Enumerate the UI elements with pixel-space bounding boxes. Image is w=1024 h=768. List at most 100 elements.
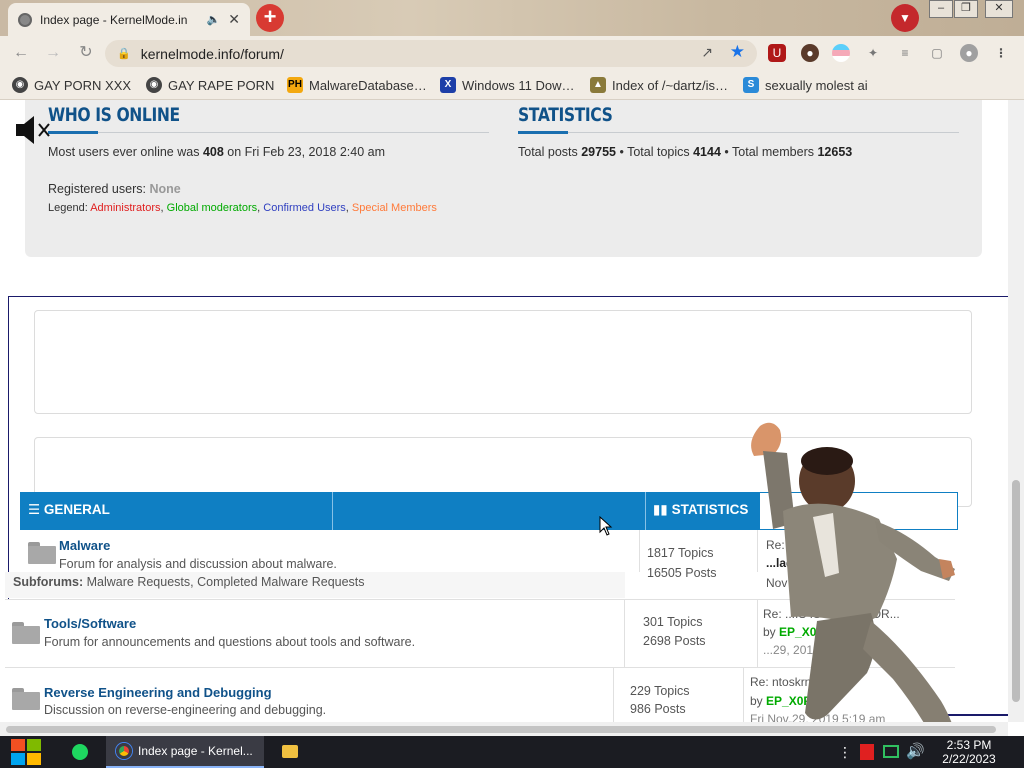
muted-speaker-icon[interactable] [14,114,54,146]
volume-icon[interactable]: 🔊 [906,742,925,760]
statistics-title: STATISTICS [518,104,613,126]
bookmark-item[interactable]: ◉ GAY RAPE PORN [146,76,274,94]
bookmark-item[interactable]: X Windows 11 Dow… [440,76,574,94]
tab-search-button[interactable]: ▼ [891,4,919,32]
list-icon: ☰ [28,502,41,517]
lock-icon[interactable]: 🔒 [117,47,131,60]
side-panel-icon[interactable]: ▢ [928,44,946,62]
subforums: Subforums: Malware Requests, Completed M… [13,575,365,589]
spotify-icon[interactable] [72,744,88,760]
new-tab-button[interactable]: + [256,4,284,32]
globe-icon [18,12,32,27]
general-header[interactable]: ☰ GENERAL [20,492,332,530]
page-viewport: WHO IS ONLINE Most users ever online was… [0,100,1008,722]
bookmark-label: Windows 11 Dow… [462,77,575,93]
media-queue-icon[interactable]: ≡ [896,44,914,62]
statistics-text: Total posts 29755 • Total topics 4144 • … [518,145,853,159]
topics-count: 301 Topics [643,615,703,629]
topics-count: 1817 Topics [647,546,714,560]
legend-special-members-link[interactable]: Special Members [352,202,437,214]
horizontal-scrollbar[interactable] [0,722,1008,736]
legend: Legend: Administrators, Global moderator… [48,202,437,214]
back-button[interactable]: ← [10,42,32,64]
forum-description: Forum for analysis and discussion about … [59,557,337,571]
bookmark-label: GAY PORN XXX [34,77,132,93]
legend-confirmed-users-link[interactable]: Confirmed Users [263,202,346,214]
kebab-menu-icon[interactable]: ⋮ [992,44,1010,62]
file-explorer-icon[interactable] [282,745,298,758]
subforums-row: Subforums: Malware Requests, Completed M… [5,572,625,598]
forum-description: Discussion on reverse-engineering and de… [44,703,327,717]
subforums-links[interactable]: Malware Requests, Completed Malware Requ… [87,575,365,589]
folder-icon [12,688,40,710]
dancing-man-image [751,422,955,722]
taskbar: Index page - Kernel... ⋮ 🔊 2:53 PM 2/22/… [0,736,1024,768]
divider [48,131,489,134]
bookmark-item[interactable]: ◉ GAY PORN XXX [12,76,131,94]
legend-global-moderators-link[interactable]: Global moderators [167,202,258,214]
stats-panel: WHO IS ONLINE Most users ever online was… [25,100,982,257]
bookmark-label: MalwareDatabase… [309,77,427,93]
ublock-icon[interactable]: U [768,44,786,62]
bookmark-star-icon[interactable]: ★ [730,42,745,62]
clock-date: 2/22/2023 [942,752,996,766]
x-icon: X [440,77,456,93]
globe-icon: ◉ [146,77,162,93]
tab-strip: Index page - KernelMode.in 🔈 ✕ + ▼ – ❐ ✕ [0,0,1024,36]
forum-category-header: ☰ GENERAL ▮▮ STATISTICS [20,492,760,530]
close-tab-icon[interactable]: ✕ [228,11,240,28]
browser-tab[interactable]: Index page - KernelMode.in 🔈 ✕ [8,3,250,36]
windows-start-icon[interactable] [10,738,42,766]
bookmark-label: GAY RAPE PORN [168,77,275,93]
posts-count: 986 Posts [630,702,686,716]
folder-icon [12,622,40,644]
reload-button[interactable]: ↻ [75,42,97,64]
forum-link-tools-software[interactable]: Tools/Software [44,616,136,631]
close-window-button[interactable]: ✕ [985,0,1013,18]
system-clock[interactable]: 2:53 PM 2/22/2023 [938,738,1000,766]
minimize-button[interactable]: – [929,0,953,18]
address-bar[interactable]: 🔒 ↗ ★ [105,40,757,67]
forward-button[interactable]: → [42,42,64,64]
network-icon[interactable] [883,745,899,758]
globe-icon: ◉ [12,77,28,93]
topics-count: 229 Topics [630,684,690,698]
folder-icon: ▲ [590,77,606,93]
extensions-puzzle-icon[interactable]: ✦ [864,44,882,62]
empty-card [34,310,972,414]
vertical-scrollbar[interactable] [1008,100,1024,722]
profile-extension-icon[interactable]: ● [801,44,819,62]
bookmarks-bar: ◉ GAY PORN XXX ◉ GAY RAPE PORN PH Malwar… [0,70,1024,100]
bookmark-item[interactable]: ▲ Index of /~dartz/is… [590,76,728,94]
forum-link-reverse-engineering[interactable]: Reverse Engineering and Debugging [44,685,272,700]
taskbar-chrome-button[interactable]: Index page - Kernel... [106,736,264,768]
legend-administrators-link[interactable]: Administrators [90,202,160,214]
url-input[interactable] [140,45,661,62]
share-icon[interactable]: ↗ [701,44,713,61]
bookmark-label: sexually molest ai [765,77,868,93]
registered-users: Registered users: None [48,182,181,196]
chrome-icon [116,743,132,759]
mouse-cursor-icon [599,516,613,536]
flag-icon[interactable] [860,744,874,760]
bookmark-label: Index of /~dartz/is… [612,77,728,93]
profile-avatar-icon[interactable]: ● [960,44,978,62]
bookmark-item[interactable]: PH MalwareDatabase… [287,76,427,94]
forum-link-malware[interactable]: Malware [59,538,110,553]
forum-description: Forum for announcements and questions ab… [44,635,416,649]
most-users-text: Most users ever online was 408 on Fri Fe… [48,145,386,159]
posts-count: 16505 Posts [647,566,717,580]
ph-icon: PH [287,77,303,93]
posts-count: 2698 Posts [643,634,706,648]
clock-time: 2:53 PM [946,738,992,752]
restore-button[interactable]: ❐ [954,0,978,18]
taskbar-app-label: Index page - Kernel... [138,744,253,758]
divider [518,131,959,134]
bar-chart-icon: ▮▮ [653,502,668,517]
bookmark-item[interactable]: S sexually molest ai [743,76,868,94]
speaker-icon[interactable]: 🔈 [207,13,221,26]
overflow-dots-icon[interactable]: ⋮ [838,744,852,761]
tab-title: Index page - KernelMode.in [40,12,188,27]
who-is-online-title: WHO IS ONLINE [48,104,180,126]
flag-extension-icon[interactable] [832,44,850,62]
